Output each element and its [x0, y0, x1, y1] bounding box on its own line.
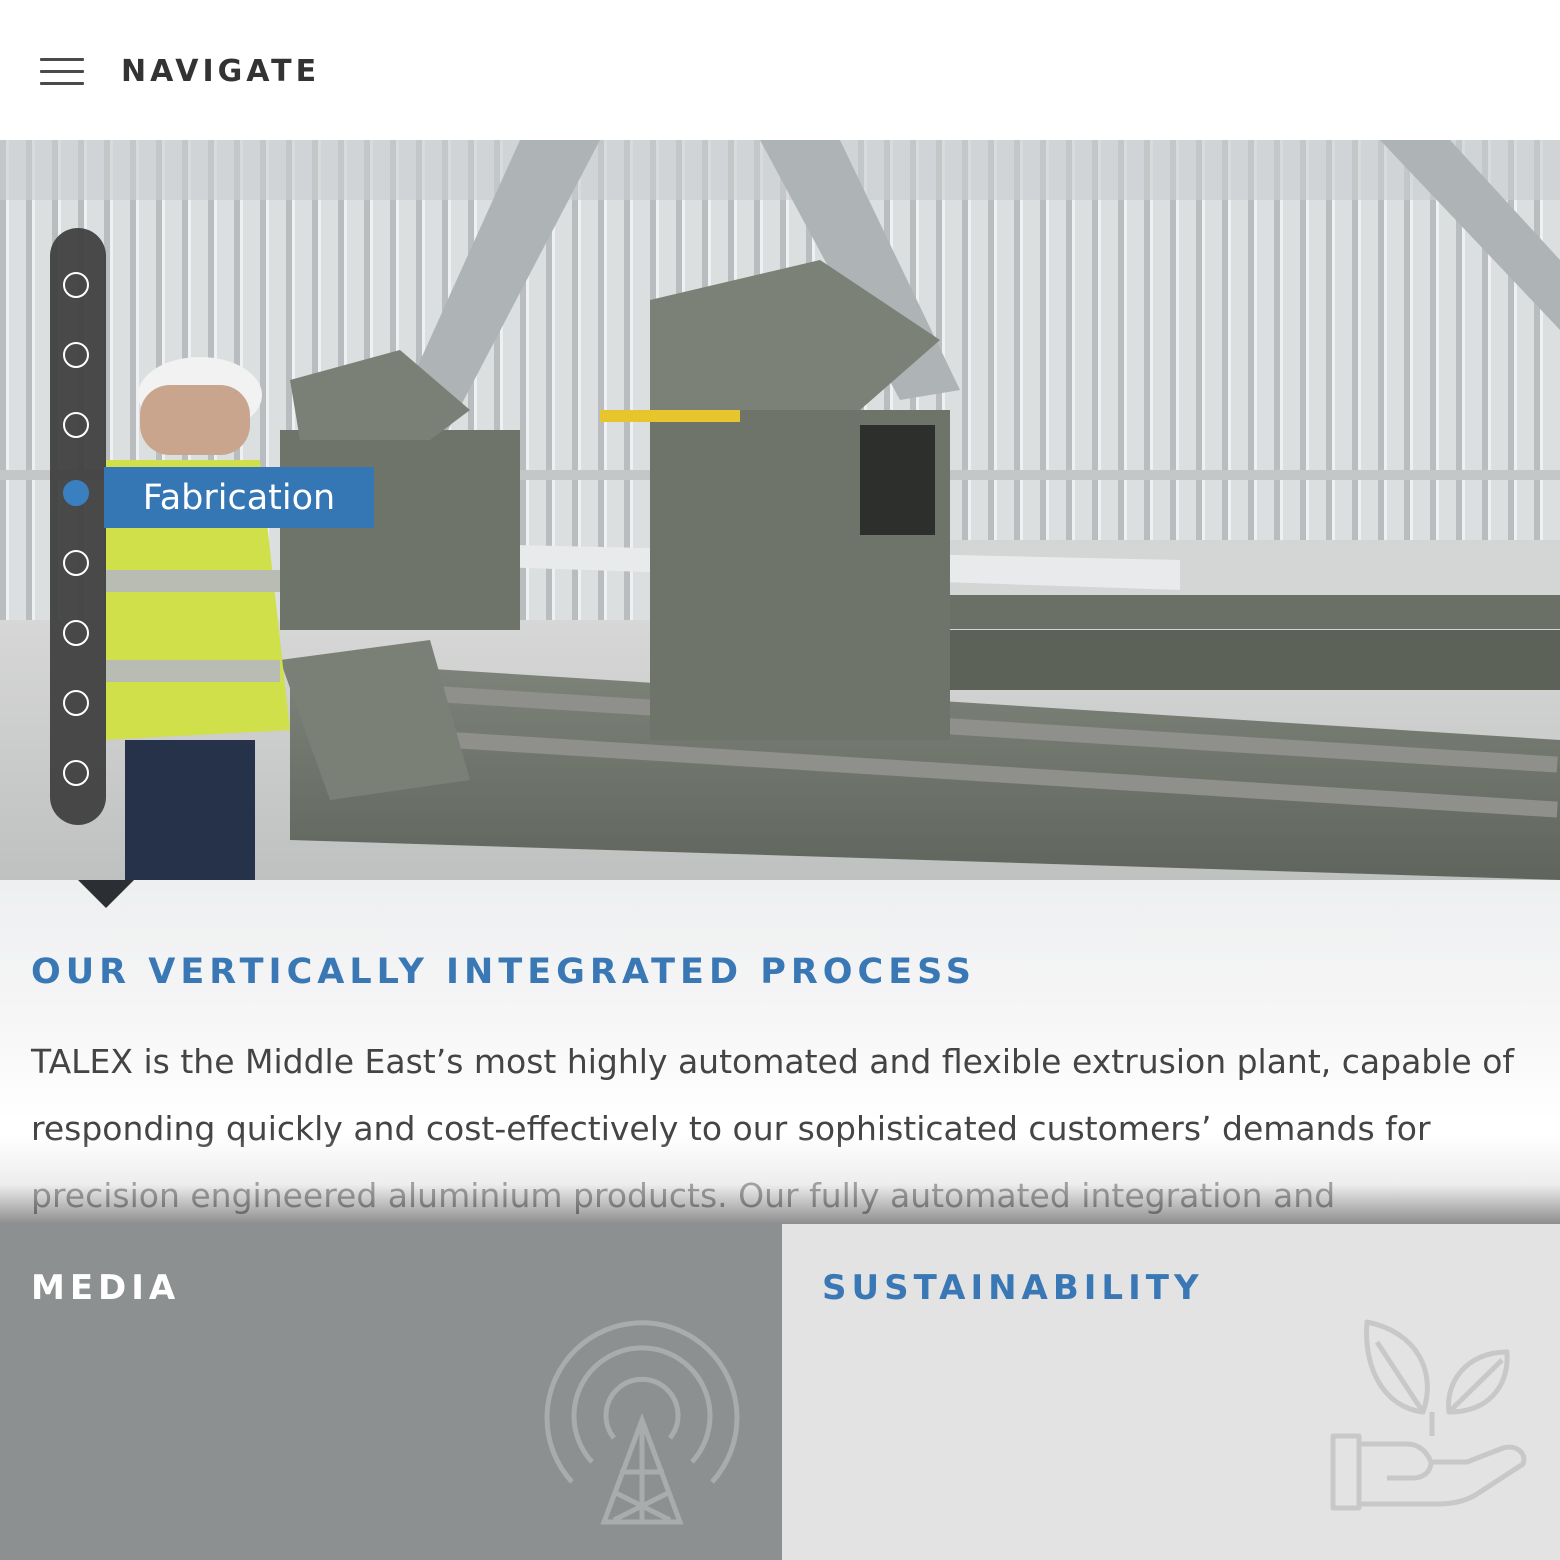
dot-nav-item-6[interactable]: [63, 620, 89, 646]
media-tile-title: MEDIA: [31, 1268, 181, 1308]
media-tile[interactable]: MEDIA: [0, 1224, 782, 1560]
process-section: OUR VERTICALLY INTEGRATED PROCESS TALEX …: [0, 880, 1560, 1225]
dot-nav-item-8[interactable]: [63, 760, 89, 786]
dot-nav-item-1[interactable]: [63, 272, 89, 298]
dot-nav-active-label[interactable]: Fabrication: [104, 467, 374, 528]
dot-nav-item-3[interactable]: [63, 412, 89, 438]
section-dot-nav: [50, 228, 106, 825]
dot-nav-item-5[interactable]: [63, 550, 89, 576]
dot-nav-item-2[interactable]: [63, 342, 89, 368]
navigate-label[interactable]: NAVIGATE: [121, 54, 320, 89]
hamburger-menu-icon[interactable]: [40, 58, 84, 88]
hero-image: Fabrication: [0, 140, 1560, 880]
broadcast-tower-icon: [544, 1320, 740, 1525]
section-title: OUR VERTICALLY INTEGRATED PROCESS: [31, 952, 976, 992]
dot-nav-item-4-active[interactable]: [63, 480, 89, 506]
sustainability-tile[interactable]: SUSTAINABILITY: [782, 1224, 1560, 1560]
site-header: NAVIGATE: [0, 0, 1560, 140]
section-body-text: TALEX is the Middle East’s most highly a…: [31, 1042, 1515, 1215]
sustainability-tile-title: SUSTAINABILITY: [822, 1268, 1204, 1308]
dot-nav-item-7[interactable]: [63, 690, 89, 716]
hero-notch: [78, 880, 134, 908]
hand-with-leaves-icon: [1330, 1319, 1527, 1511]
